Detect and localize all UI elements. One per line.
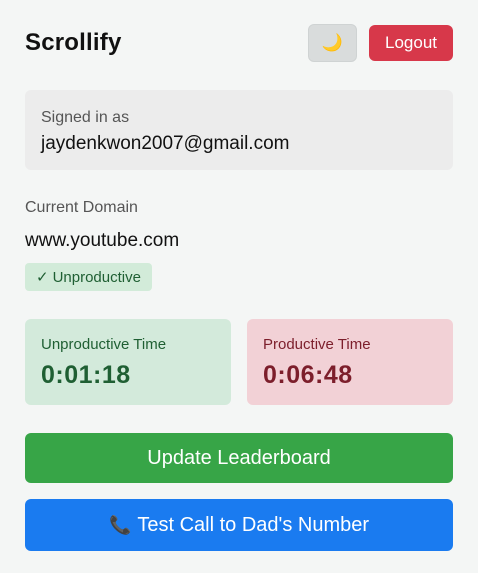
header-actions: 🌙 Logout — [308, 24, 453, 62]
status-badge: ✓ Unproductive — [25, 263, 152, 291]
update-leaderboard-label: Update Leaderboard — [147, 446, 331, 469]
unproductive-time-value: 0:01:18 — [41, 361, 131, 389]
productive-time-card: Productive Time 0:06:48 — [247, 319, 453, 405]
signed-in-card: Signed in as jaydenkwon2007@gmail.com — [25, 90, 453, 170]
moon-icon: 🌙 — [321, 33, 344, 52]
test-call-label: Test Call to Dad's Number — [137, 513, 370, 536]
productive-time-label: Productive Time — [263, 336, 371, 353]
signed-in-label: Signed in as — [41, 109, 130, 126]
unproductive-time-label: Unproductive Time — [41, 336, 167, 353]
update-leaderboard-button[interactable]: Update Leaderboard — [25, 433, 453, 483]
logout-button[interactable]: Logout — [369, 25, 453, 61]
user-email: jaydenkwon2007@gmail.com — [41, 133, 290, 154]
theme-toggle-button[interactable]: 🌙 — [308, 24, 357, 62]
app-title: Scrollify — [25, 29, 122, 56]
test-call-button[interactable]: 📞 Test Call to Dad's Number — [25, 499, 453, 551]
current-domain-label: Current Domain — [25, 199, 138, 216]
header: Scrollify 🌙 Logout — [25, 22, 453, 64]
phone-icon: 📞 — [108, 514, 132, 535]
unproductive-time-card: Unproductive Time 0:01:18 — [25, 319, 231, 405]
productive-time-value: 0:06:48 — [263, 361, 353, 389]
current-domain-value: www.youtube.com — [25, 230, 180, 251]
check-icon: ✓ — [36, 269, 49, 286]
status-text: Unproductive — [52, 268, 141, 286]
